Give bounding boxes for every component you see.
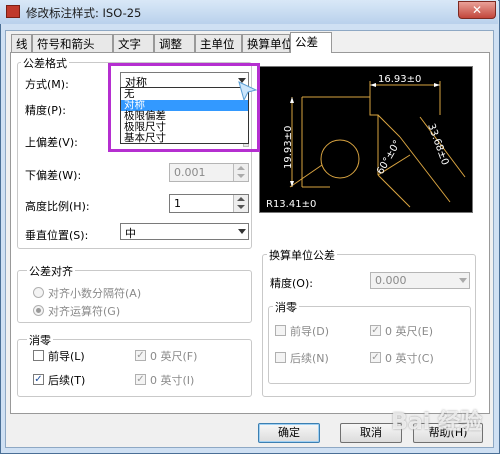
tab-lines[interactable]: 线 <box>11 34 32 52</box>
autocad-app-icon <box>6 5 20 18</box>
chevron-down-icon <box>238 229 246 234</box>
alt-inches-label: 0 英寸(C) <box>385 352 434 365</box>
tab-tolerances[interactable]: 公差 <box>290 32 332 53</box>
tab-primary-units[interactable]: 主单位 <box>195 34 242 52</box>
alt-zero-suppression-title: 消零 <box>273 299 299 315</box>
alt-inches-checkbox[interactable]: ✓ <box>370 352 381 363</box>
preview-dim-top: 16.93±0 <box>378 74 421 85</box>
preview-dim-right: 33.68±0 <box>425 122 450 167</box>
close-button[interactable]: ✕ <box>458 1 496 19</box>
window-title: 修改标注样式: ISO-25 <box>26 6 142 20</box>
dimension-preview: 16.93±0 19.93±0 33.68±0 60°±0° R13.41±0 <box>259 66 473 213</box>
tolerance-alignment-title: 公差对齐 <box>27 263 75 279</box>
trailing-label: 后续(T) <box>48 374 86 387</box>
align-operator-radio[interactable] <box>33 305 44 316</box>
zero-suppression-title: 消零 <box>27 332 53 348</box>
alt-leading-checkbox[interactable] <box>275 325 286 336</box>
spinner-arrows-icon <box>233 164 248 181</box>
mouse-cursor-icon <box>238 81 258 102</box>
inches-checkbox[interactable]: ✓ <box>135 374 146 385</box>
inches-label: 0 英寸(I) <box>150 374 195 387</box>
preview-dim-radius: R13.41±0 <box>266 199 316 210</box>
feet-label: 0 英尺(F) <box>150 350 198 363</box>
upper-value-label: 上偏差(V): <box>25 136 78 149</box>
height-scale-spinner[interactable]: 1 <box>169 194 249 213</box>
feet-checkbox[interactable]: ✓ <box>135 350 146 361</box>
tab-fit[interactable]: 调整 <box>154 34 195 52</box>
lower-value-text: 0.001 <box>174 166 206 179</box>
height-scale-text: 1 <box>174 197 181 210</box>
alt-leading-label: 前导(D) <box>290 325 330 338</box>
ok-button[interactable]: 确定 <box>258 423 320 443</box>
alt-precision-value: 0.000 <box>375 274 407 287</box>
alt-trailing-label: 后续(N) <box>290 352 329 365</box>
annotation-highlight-box <box>108 63 260 152</box>
chevron-down-icon <box>459 278 467 283</box>
tab-alternate-units[interactable]: 换算单位 <box>242 34 293 52</box>
trailing-checkbox[interactable]: ✓ <box>33 374 44 385</box>
alt-precision-combo[interactable]: 0.000 <box>370 272 470 289</box>
vertical-position-value: 中 <box>125 227 136 240</box>
leading-checkbox[interactable] <box>33 350 44 361</box>
radio-dot-icon <box>36 308 41 313</box>
alt-trailing-checkbox[interactable] <box>275 352 286 363</box>
precision-label: 精度(P): <box>25 104 66 117</box>
tolerance-format-title: 公差格式 <box>21 55 69 71</box>
alternate-tolerance-title: 换算单位公差 <box>267 247 337 263</box>
lower-value-label: 下偏差(W): <box>25 169 82 182</box>
lower-value-spinner[interactable]: 0.001 <box>169 163 249 182</box>
preview-dim-left: 19.93±0 <box>283 126 294 169</box>
alt-zero-suppression-group <box>268 306 471 384</box>
alt-feet-checkbox[interactable]: ✓ <box>370 325 381 336</box>
align-operator-label: 对齐运算符(G) <box>48 305 121 318</box>
vertical-position-combo[interactable]: 中 <box>120 223 249 240</box>
spinner-arrows-icon <box>233 195 248 212</box>
leading-label: 前导(L) <box>48 350 85 363</box>
alt-precision-label: 精度(O): <box>270 277 313 290</box>
method-label: 方式(M): <box>25 78 69 91</box>
alt-feet-label: 0 英尺(E) <box>385 325 434 338</box>
align-decimal-label: 对齐小数分隔符(A) <box>48 287 142 300</box>
tab-text[interactable]: 文字 <box>113 34 154 52</box>
baidu-watermark: Bai 经验 <box>391 410 482 435</box>
align-decimal-radio[interactable] <box>33 287 44 298</box>
height-scale-label: 高度比例(H): <box>25 200 90 213</box>
preview-drawing: 16.93±0 19.93±0 33.68±0 60°±0° R13.41±0 <box>266 74 466 210</box>
vertical-position-label: 垂直位置(S): <box>25 229 89 242</box>
tab-symbols-arrows[interactable]: 符号和箭头 <box>32 34 113 52</box>
preview-dim-angle: 60°±0° <box>375 139 403 177</box>
